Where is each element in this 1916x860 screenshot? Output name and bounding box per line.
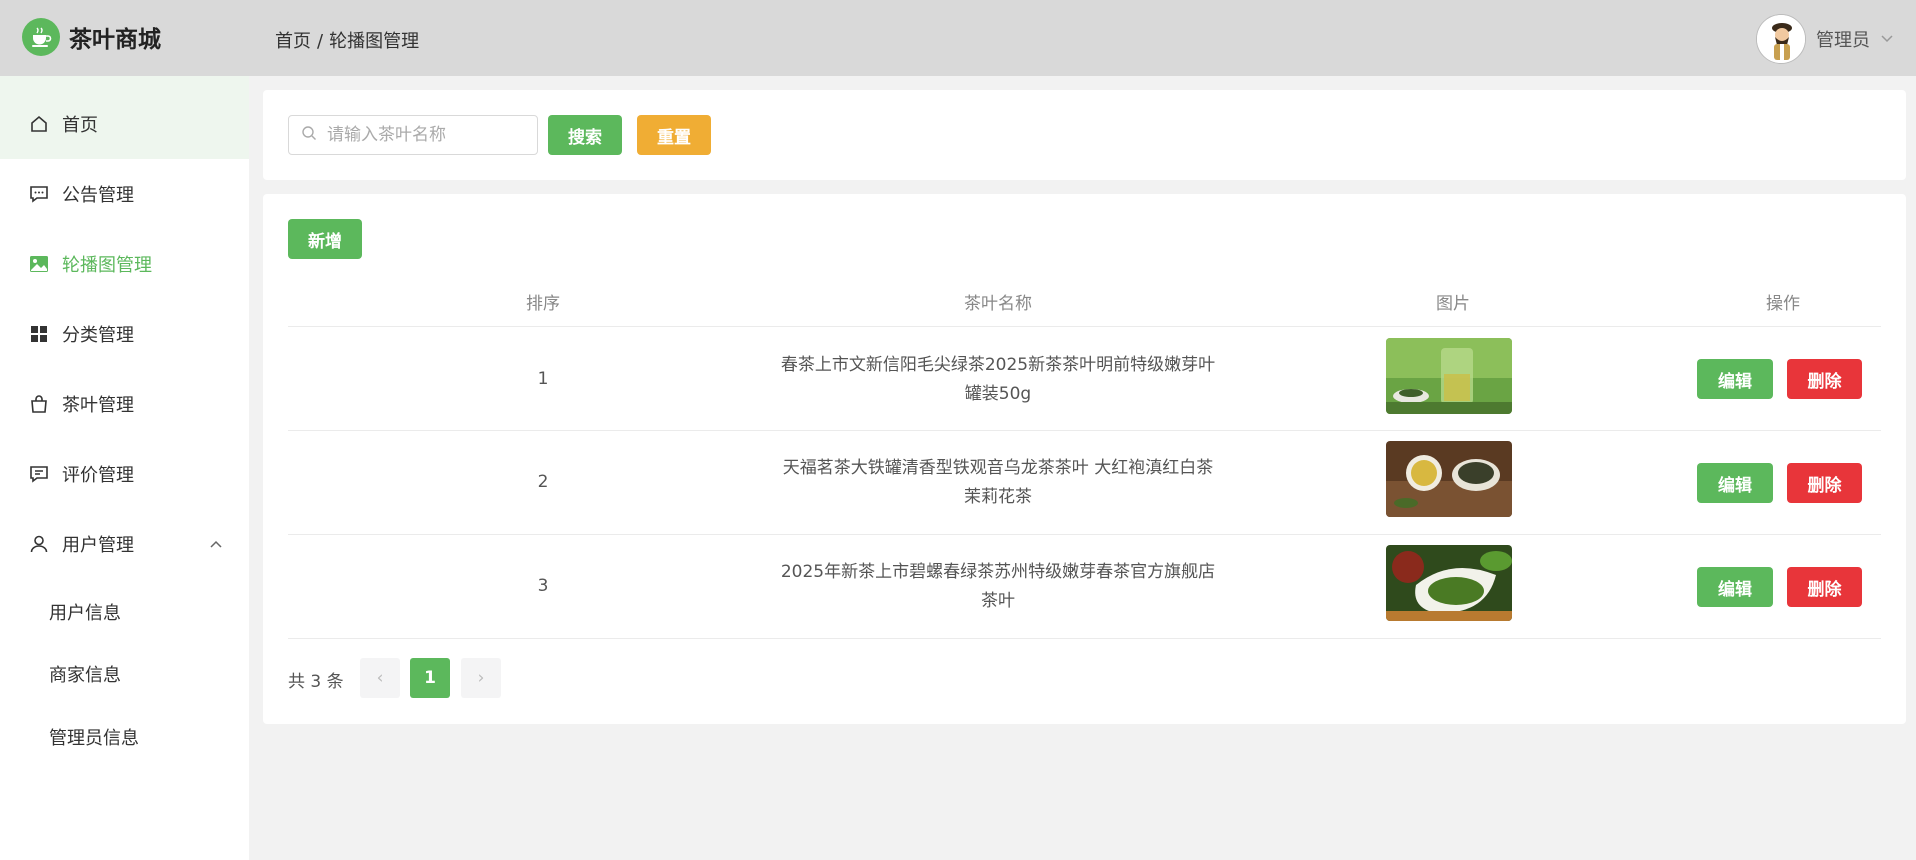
row-divider — [288, 326, 1881, 327]
tea-image-thumbnail — [1386, 338, 1512, 414]
search-input[interactable] — [327, 125, 527, 145]
row-divider — [288, 534, 1881, 535]
breadcrumb-separator: / — [317, 31, 324, 52]
search-icon — [301, 125, 317, 146]
delete-button[interactable]: 删除 — [1787, 567, 1862, 607]
sidebar-item-home[interactable]: 首页 — [0, 89, 249, 159]
avatar[interactable] — [1756, 14, 1806, 64]
comment-icon — [28, 463, 50, 485]
sidebar-item-label: 首页 — [62, 115, 98, 136]
sidebar-item-label: 分类管理 — [62, 325, 134, 346]
edit-button[interactable]: 编辑 — [1697, 567, 1773, 607]
column-header-actions: 操作 — [1766, 294, 1800, 314]
tea-image-thumbnail — [1386, 441, 1512, 517]
add-button[interactable]: 新增 — [288, 219, 362, 259]
grid-icon — [28, 323, 50, 345]
search-panel: 搜索 重置 — [263, 90, 1906, 180]
user-menu[interactable]: 管理员 — [1756, 14, 1894, 64]
app-title: 茶叶商城 — [69, 27, 161, 53]
message-icon — [28, 183, 50, 205]
search-field[interactable] — [288, 115, 538, 155]
column-header-image: 图片 — [1436, 294, 1470, 314]
tea-cup-icon — [22, 18, 60, 56]
row-order: 3 — [537, 576, 549, 596]
sidebar-subitem-merchant-info[interactable]: 商家信息 — [49, 661, 121, 687]
picture-icon — [28, 253, 50, 275]
table-panel: 新增 排序 茶叶名称 图片 操作 1 春茶上市文新信阳毛尖绿茶2025新茶茶叶明… — [263, 194, 1906, 724]
pagination-page-button[interactable]: 1 — [410, 658, 450, 698]
breadcrumb-home[interactable]: 首页 — [275, 31, 311, 52]
reset-button[interactable]: 重置 — [637, 115, 711, 155]
row-order: 1 — [537, 369, 549, 389]
sidebar-subitem-admin-info[interactable]: 管理员信息 — [49, 724, 139, 750]
sidebar-subitem-user-info[interactable]: 用户信息 — [49, 599, 121, 625]
app-logo[interactable]: 茶叶商城 — [22, 18, 161, 56]
pagination-total: 共 3 条 — [288, 672, 344, 692]
pagination-prev-button[interactable]: ‹ — [360, 658, 400, 698]
breadcrumb-current: 轮播图管理 — [329, 31, 420, 52]
delete-button[interactable]: 删除 — [1787, 463, 1862, 503]
sidebar-item-notice[interactable]: 公告管理 — [0, 159, 249, 229]
bag-icon — [28, 393, 50, 415]
row-name: 春茶上市文新信阳毛尖绿茶2025新茶茶叶明前特级嫩芽叶罐装50g — [780, 355, 1216, 404]
sidebar-item-category[interactable]: 分类管理 — [0, 299, 249, 369]
row-name: 2025年新茶上市碧螺春绿茶苏州特级嫩芽春茶官方旗舰店茶叶 — [780, 562, 1216, 611]
column-header-name: 茶叶名称 — [964, 294, 1032, 314]
row-divider — [288, 430, 1881, 431]
column-header-order: 排序 — [526, 294, 560, 314]
sidebar-item-users[interactable]: 用户管理 — [0, 509, 249, 579]
breadcrumb: 首页 / 轮播图管理 — [275, 27, 419, 53]
delete-button[interactable]: 删除 — [1787, 359, 1862, 399]
chevron-up-icon[interactable] — [209, 534, 223, 555]
sidebar-item-review[interactable]: 评价管理 — [0, 439, 249, 509]
sidebar-item-label: 公告管理 — [62, 185, 134, 206]
row-divider — [288, 638, 1881, 639]
sidebar-item-carousel[interactable]: 轮播图管理 — [0, 229, 249, 299]
user-name: 管理员 — [1816, 30, 1870, 51]
sidebar-item-label: 用户管理 — [62, 535, 134, 556]
search-button[interactable]: 搜索 — [548, 115, 622, 155]
sidebar-item-label: 轮播图管理 — [62, 255, 152, 276]
edit-button[interactable]: 编辑 — [1697, 359, 1773, 399]
pagination-next-button[interactable]: › — [461, 658, 501, 698]
home-icon — [28, 113, 50, 135]
chevron-down-icon[interactable] — [1880, 29, 1894, 49]
sidebar-item-tea[interactable]: 茶叶管理 — [0, 369, 249, 439]
sidebar-item-label: 茶叶管理 — [62, 395, 134, 416]
edit-button[interactable]: 编辑 — [1697, 463, 1773, 503]
row-order: 2 — [537, 472, 549, 492]
sidebar-item-label: 评价管理 — [62, 465, 134, 486]
row-name: 天福茗茶大铁罐清香型铁观音乌龙茶茶叶 大红袍滇红白茶茉莉花茶 — [782, 458, 1214, 507]
tea-image-thumbnail — [1386, 545, 1512, 621]
top-header: 茶叶商城 首页 / 轮播图管理 管理员 — [0, 0, 1916, 76]
user-icon — [28, 533, 50, 555]
